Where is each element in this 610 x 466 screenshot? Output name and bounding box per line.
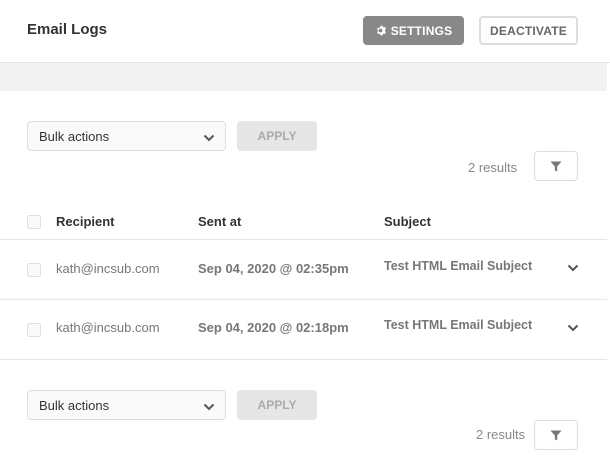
row-checkbox[interactable] bbox=[27, 323, 41, 337]
row-checkbox[interactable] bbox=[27, 263, 41, 277]
row-recipient: kath@incsub.com bbox=[56, 261, 160, 276]
row-subject: Test HTML Email Subject bbox=[384, 259, 533, 273]
settings-label: SETTINGS bbox=[390, 23, 453, 38]
gear-icon bbox=[375, 25, 386, 36]
header-band bbox=[0, 63, 607, 91]
chevron-down-icon[interactable] bbox=[567, 320, 579, 338]
bulk-actions-select-top[interactable]: Bulk actions bbox=[27, 121, 226, 151]
chevron-down-icon bbox=[203, 400, 215, 415]
apply-button-bottom[interactable]: APPLY bbox=[237, 390, 317, 420]
apply-button-top[interactable]: APPLY bbox=[237, 121, 317, 151]
filter-button-top[interactable] bbox=[534, 151, 578, 181]
column-sent-at[interactable]: Sent at bbox=[198, 214, 241, 229]
page-title: Email Logs bbox=[27, 21, 108, 38]
row-divider bbox=[0, 299, 607, 300]
results-count-bottom: 2 results bbox=[476, 427, 526, 442]
bulk-actions-select-bottom[interactable]: Bulk actions bbox=[27, 390, 226, 420]
header-divider bbox=[0, 239, 607, 240]
row-sent-at: Sep 04, 2020 @ 02:35pm bbox=[198, 261, 349, 276]
chevron-down-icon[interactable] bbox=[567, 260, 579, 278]
filter-icon bbox=[550, 430, 562, 441]
column-recipient[interactable]: Recipient bbox=[56, 214, 115, 229]
row-subject: Test HTML Email Subject bbox=[384, 318, 533, 332]
row-divider bbox=[0, 359, 607, 360]
results-count-top: 2 results bbox=[468, 160, 518, 175]
deactivate-button[interactable]: DEACTIVATE bbox=[479, 16, 578, 45]
column-subject[interactable]: Subject bbox=[384, 214, 431, 229]
select-all-checkbox[interactable] bbox=[27, 215, 41, 229]
bulk-actions-value: Bulk actions bbox=[39, 397, 110, 413]
page-header: Email Logs SETTINGS DEACTIVATE bbox=[0, 0, 610, 63]
chevron-down-icon bbox=[203, 131, 215, 146]
settings-button[interactable]: SETTINGS bbox=[363, 16, 464, 45]
logs-panel: Bulk actions APPLY 2 results Recipient S… bbox=[0, 91, 607, 466]
row-sent-at: Sep 04, 2020 @ 02:18pm bbox=[198, 320, 349, 335]
filter-button-bottom[interactable] bbox=[534, 420, 578, 450]
filter-icon bbox=[550, 161, 562, 172]
bulk-actions-value: Bulk actions bbox=[39, 128, 110, 144]
row-recipient: kath@incsub.com bbox=[56, 320, 160, 335]
